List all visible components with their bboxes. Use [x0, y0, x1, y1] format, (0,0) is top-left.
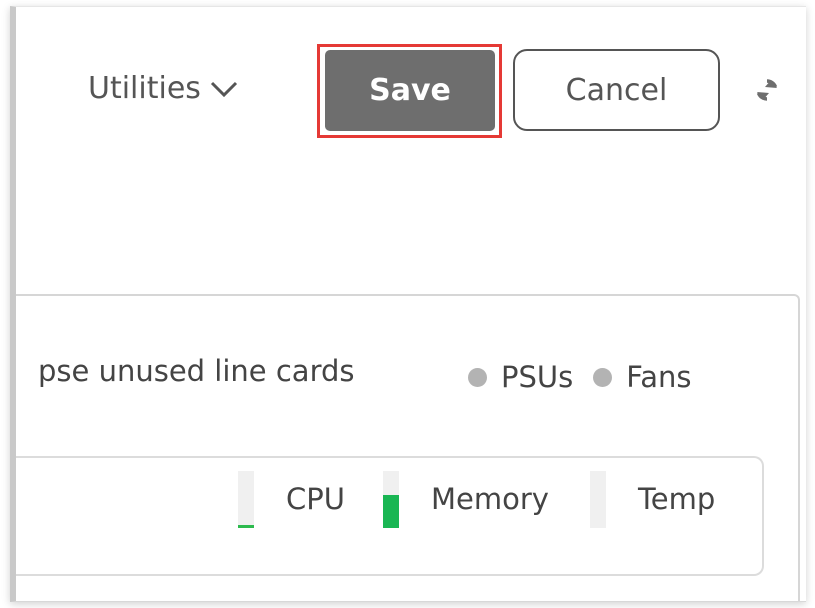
save-button[interactable]: Save [325, 50, 495, 131]
metric-temp: Temp [590, 469, 715, 529]
metric-cpu: CPU [238, 469, 345, 529]
cpu-gauge [238, 470, 254, 528]
refresh-icon[interactable] [754, 77, 780, 103]
memory-gauge [383, 470, 399, 528]
memory-gauge-fill [383, 494, 399, 528]
collapse-unused-line-cards-label[interactable]: pse unused line cards [38, 354, 355, 388]
utilities-label: Utilities [88, 71, 201, 106]
psus-status-dot [468, 367, 487, 387]
utilities-menu[interactable]: Utilities [88, 71, 239, 106]
legend-item-psus[interactable]: PSUs [468, 360, 573, 394]
legend-label-fans: Fans [626, 360, 692, 394]
cpu-label: CPU [286, 482, 345, 516]
legend-label-psus: PSUs [501, 360, 574, 394]
metric-memory: Memory [383, 469, 549, 529]
status-legend: PSUs Fans [468, 360, 712, 394]
temp-label: Temp [638, 482, 716, 516]
window-frame: Utilities Save Cancel pse unused line ca… [10, 6, 806, 602]
legend-item-fans[interactable]: Fans [593, 360, 692, 394]
chevron-down-icon [210, 81, 237, 97]
cpu-gauge-fill [238, 524, 254, 528]
temp-gauge [590, 470, 606, 528]
memory-label: Memory [431, 482, 549, 516]
fans-status-dot [593, 367, 613, 387]
cancel-button[interactable]: Cancel [513, 49, 720, 131]
